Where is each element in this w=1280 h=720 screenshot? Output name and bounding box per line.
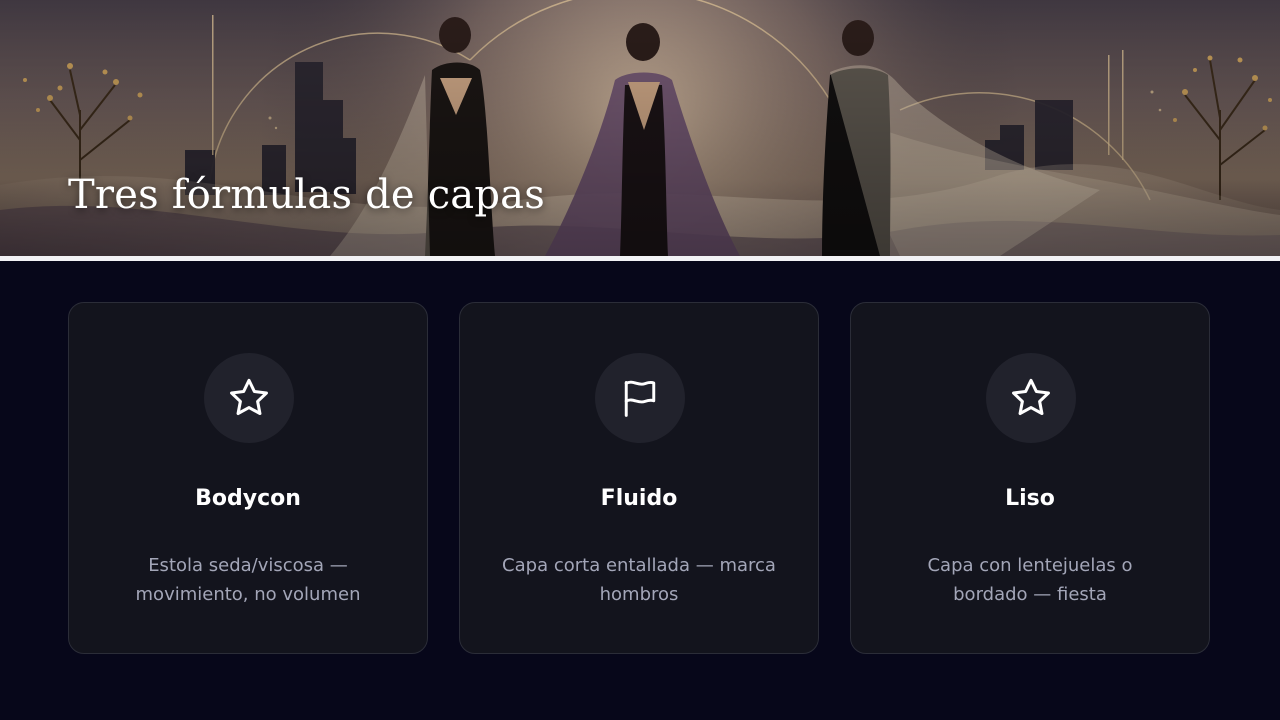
card-description: Capa corta entallada — marca hombros — [502, 555, 776, 605]
card-icon-container — [986, 353, 1076, 443]
page-title: Tres fórmulas de capas — [68, 172, 545, 218]
star-icon — [230, 378, 268, 416]
card-title: Bodycon — [195, 486, 301, 511]
hero-banner: Tres fórmulas de capas — [0, 0, 1280, 256]
card-icon-container — [204, 353, 294, 443]
card-fluido: Fluido Capa corta entallada — marca homb… — [459, 302, 819, 654]
card-title: Liso — [1005, 486, 1055, 511]
flag-icon — [624, 380, 656, 417]
card-liso: Liso Capa con lentejuelas o bordado — fi… — [850, 302, 1210, 654]
card-description: Estola seda/viscosa — movimiento, no vol… — [135, 555, 361, 605]
card-icon-container — [595, 353, 685, 443]
card-bodycon: Bodycon Estola seda/viscosa — movimiento… — [68, 302, 428, 654]
card-description: Capa con lentejuelas o bordado — fiesta — [927, 555, 1133, 605]
card-grid: Bodycon Estola seda/viscosa — movimiento… — [68, 302, 1213, 656]
hero-divider — [0, 256, 1280, 261]
card-title: Fluido — [600, 486, 678, 511]
star-icon — [1012, 378, 1050, 416]
